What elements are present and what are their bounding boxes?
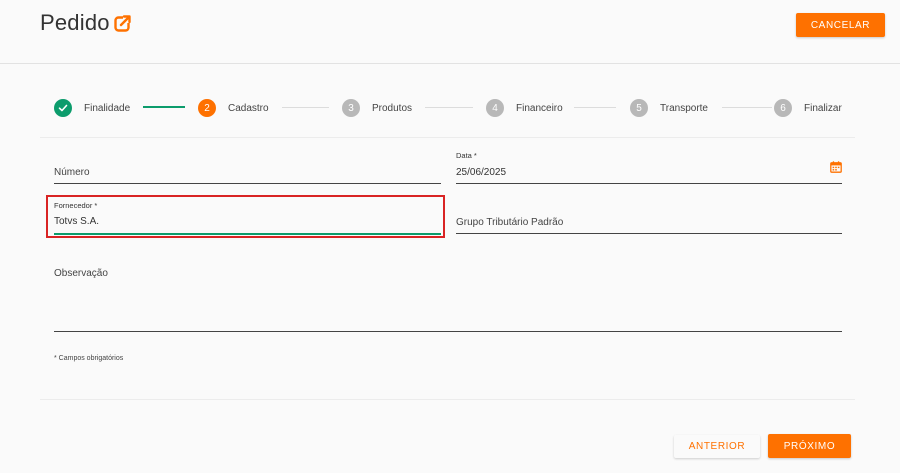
stepper: Finalidade 2 Cadastro 3 Produtos 4 Finan…: [52, 98, 842, 118]
stepper-connector: [143, 106, 185, 108]
open-external-icon[interactable]: [114, 14, 132, 32]
fornecedor-label: Fornecedor *: [54, 201, 98, 210]
grupo-tributario-label: Grupo Tributário Padrão: [456, 217, 564, 228]
step-finalizar[interactable]: 6 Finalizar: [774, 98, 842, 118]
numero-underline: [54, 183, 441, 184]
step-transporte[interactable]: 5 Transporte: [630, 98, 708, 118]
data-field[interactable]: Data * 25/06/2025: [456, 150, 842, 186]
observacao-field[interactable]: Observação: [54, 262, 842, 334]
step-label: Cadastro: [228, 102, 269, 114]
data-input[interactable]: 25/06/2025: [456, 167, 506, 178]
step-number: 6: [774, 99, 792, 117]
step-label: Finalidade: [84, 102, 131, 114]
step-number: 5: [630, 99, 648, 117]
step-label: Financeiro: [516, 102, 563, 114]
step-finalidade[interactable]: Finalidade: [54, 98, 130, 118]
divider: [40, 399, 855, 400]
step-number: 2: [198, 99, 216, 117]
previous-button[interactable]: ANTERIOR: [674, 435, 760, 458]
step-label: Transporte: [660, 102, 708, 114]
fornecedor-field[interactable]: Fornecedor * Totvs S.A.: [54, 200, 441, 237]
cancel-button[interactable]: CANCELAR: [796, 13, 885, 37]
data-label: Data *: [456, 151, 477, 160]
numero-field[interactable]: Número: [54, 150, 441, 186]
observacao-label: Observação: [54, 268, 108, 279]
grupo-tributario-field[interactable]: Grupo Tributário Padrão: [456, 200, 842, 236]
grupo-tributario-underline: [456, 233, 842, 234]
step-produtos[interactable]: 3 Produtos: [342, 98, 412, 118]
fornecedor-input[interactable]: Totvs S.A.: [54, 216, 99, 227]
step-label: Produtos: [372, 102, 413, 114]
stepper-connector: [722, 107, 772, 108]
step-label: Finalizar: [804, 102, 842, 114]
step-number: 4: [486, 99, 504, 117]
data-underline: [456, 183, 842, 184]
stepper-connector: [425, 107, 473, 108]
stepper-connector: [574, 107, 616, 108]
next-button[interactable]: PRÓXIMO: [768, 434, 851, 458]
step-financeiro[interactable]: 4 Financeiro: [486, 98, 563, 118]
page-header: Pedido CANCELAR: [0, 0, 900, 64]
step-number: 3: [342, 99, 360, 117]
numero-label: Número: [54, 167, 90, 178]
step-cadastro[interactable]: 2 Cadastro: [198, 98, 269, 118]
page-title: Pedido: [40, 10, 110, 35]
required-fields-note: * Campos obrigatórios: [54, 355, 124, 362]
calendar-icon[interactable]: [830, 161, 842, 173]
divider: [40, 137, 855, 138]
check-icon: [54, 99, 72, 117]
fornecedor-underline: [54, 233, 441, 235]
stepper-connector: [282, 107, 329, 108]
observacao-underline: [54, 331, 842, 332]
